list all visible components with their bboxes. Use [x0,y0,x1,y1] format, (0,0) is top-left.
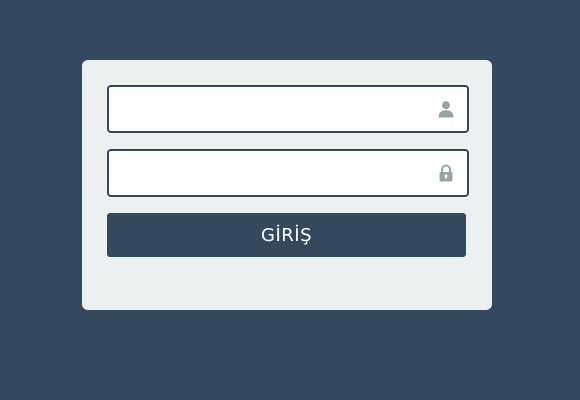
login-card: GİRİŞ [82,60,492,310]
login-button[interactable]: GİRİŞ [107,213,466,257]
lock-icon [439,164,453,182]
user-icon [438,101,454,118]
password-field[interactable] [107,149,469,197]
login-screen: GİRİŞ [0,0,580,400]
username-field[interactable] [107,85,469,133]
password-input[interactable] [109,151,467,195]
username-input[interactable] [109,87,467,131]
